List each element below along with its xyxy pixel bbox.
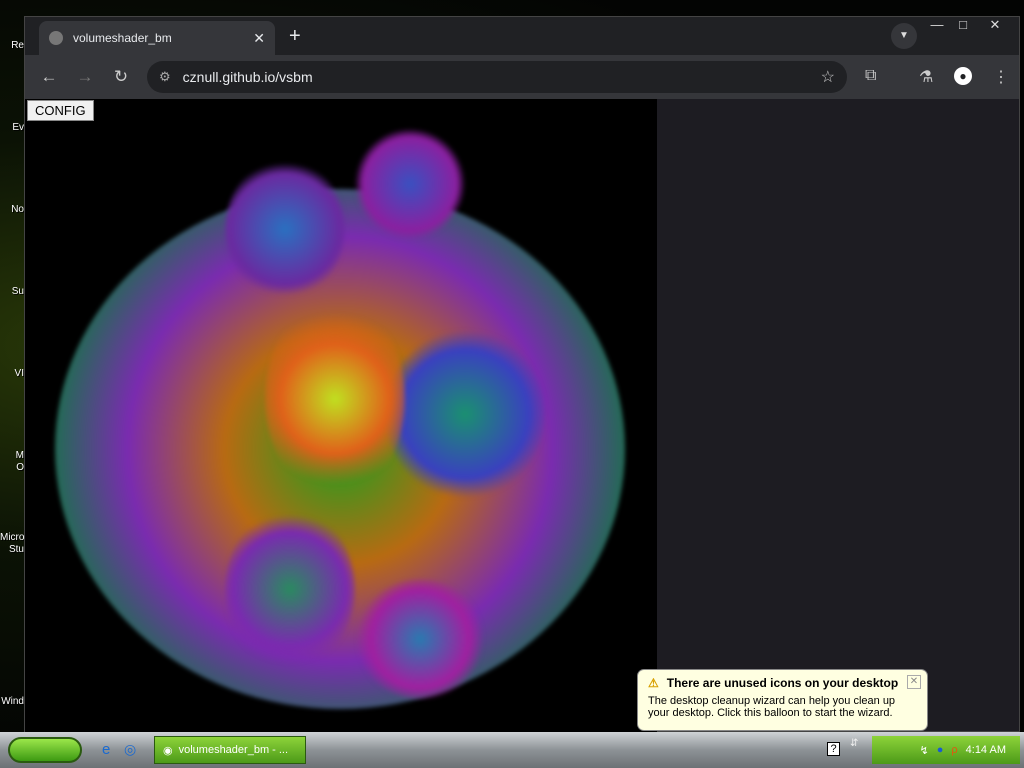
config-button[interactable]: CONFIG: [27, 100, 94, 121]
toolbar: ← → ↻ ⚙ cznull.github.io/vsbm ☆ ⧉ ⚗ ● ⋮: [25, 55, 1019, 99]
balloon-close-button[interactable]: ✕: [907, 675, 921, 689]
desktop-icon[interactable]: VI: [0, 368, 24, 380]
close-window-button[interactable]: ✕: [981, 17, 1009, 33]
clock[interactable]: 4:14 AM: [966, 744, 1006, 756]
taskbar: e ◎ ◉ volumeshader_bm - ... ? ⇵ ↯ ● ρ 4:…: [0, 732, 1024, 768]
tab-bar: volumeshader_bm ✕ + ▼ — □ ✕: [25, 17, 1019, 55]
desktop-icon[interactable]: No: [0, 204, 24, 216]
warning-icon: ⚠: [648, 676, 659, 690]
balloon-body: The desktop cleanup wizard can help you …: [648, 695, 896, 719]
search-tray-icon[interactable]: ρ: [951, 744, 957, 756]
labs-flask-icon[interactable]: ⚗: [919, 67, 933, 87]
bookmark-star-icon[interactable]: ☆: [821, 67, 835, 87]
network-icon[interactable]: ↯: [920, 744, 929, 757]
taskbar-item-label: volumeshader_bm - ...: [178, 744, 289, 756]
desktop-icon[interactable]: Ev: [0, 122, 24, 134]
back-button[interactable]: ←: [31, 67, 67, 87]
start-button[interactable]: [8, 737, 82, 763]
fractal-canvas[interactable]: CONFIG: [25, 99, 657, 733]
desktop-icon[interactable]: Su: [0, 286, 24, 298]
desktop-icon[interactable]: Wind: [0, 696, 24, 708]
page-content: CONFIG: [25, 99, 1019, 733]
browser-window: volumeshader_bm ✕ + ▼ — □ ✕ ← → ↻ ⚙ cznu…: [24, 16, 1020, 733]
address-bar[interactable]: ⚙ cznull.github.io/vsbm ☆: [147, 61, 847, 93]
notification-balloon[interactable]: ⚠ There are unused icons on your desktop …: [637, 669, 928, 731]
url-text: cznull.github.io/vsbm: [182, 69, 313, 85]
reload-button[interactable]: ↻: [103, 67, 139, 87]
outlook-express-icon[interactable]: ◎: [124, 741, 136, 758]
desktop-icon[interactable]: M O: [0, 450, 24, 474]
browser-icon: ◉: [163, 744, 173, 757]
tab-title: volumeshader_bm: [73, 31, 172, 45]
forward-button[interactable]: →: [67, 67, 103, 87]
tab-volumeshader[interactable]: volumeshader_bm ✕: [39, 21, 275, 55]
menu-icon[interactable]: ⋮: [993, 67, 1009, 87]
extensions-icon[interactable]: ⧉: [865, 67, 876, 85]
internet-explorer-icon[interactable]: e: [102, 741, 110, 758]
tray-expand-icon[interactable]: ⇵: [850, 738, 858, 749]
security-icon[interactable]: ●: [937, 744, 944, 756]
profile-icon[interactable]: ●: [954, 67, 972, 85]
maximize-button[interactable]: □: [949, 17, 977, 32]
minimize-button[interactable]: —: [923, 17, 951, 32]
system-tray: ↯ ● ρ 4:14 AM: [872, 736, 1020, 764]
site-info-icon[interactable]: ⚙: [159, 69, 171, 85]
help-icon[interactable]: ?: [827, 742, 840, 756]
taskbar-item-browser[interactable]: ◉ volumeshader_bm - ...: [154, 736, 306, 764]
balloon-title: There are unused icons on your desktop: [666, 676, 899, 690]
close-tab-icon[interactable]: ✕: [253, 30, 265, 47]
new-tab-button[interactable]: +: [289, 25, 301, 48]
globe-icon: [49, 31, 63, 45]
desktop-icon[interactable]: Re: [0, 40, 24, 52]
desktop-icon[interactable]: Micro Stu: [0, 532, 24, 556]
tab-search-button[interactable]: ▼: [891, 23, 917, 49]
